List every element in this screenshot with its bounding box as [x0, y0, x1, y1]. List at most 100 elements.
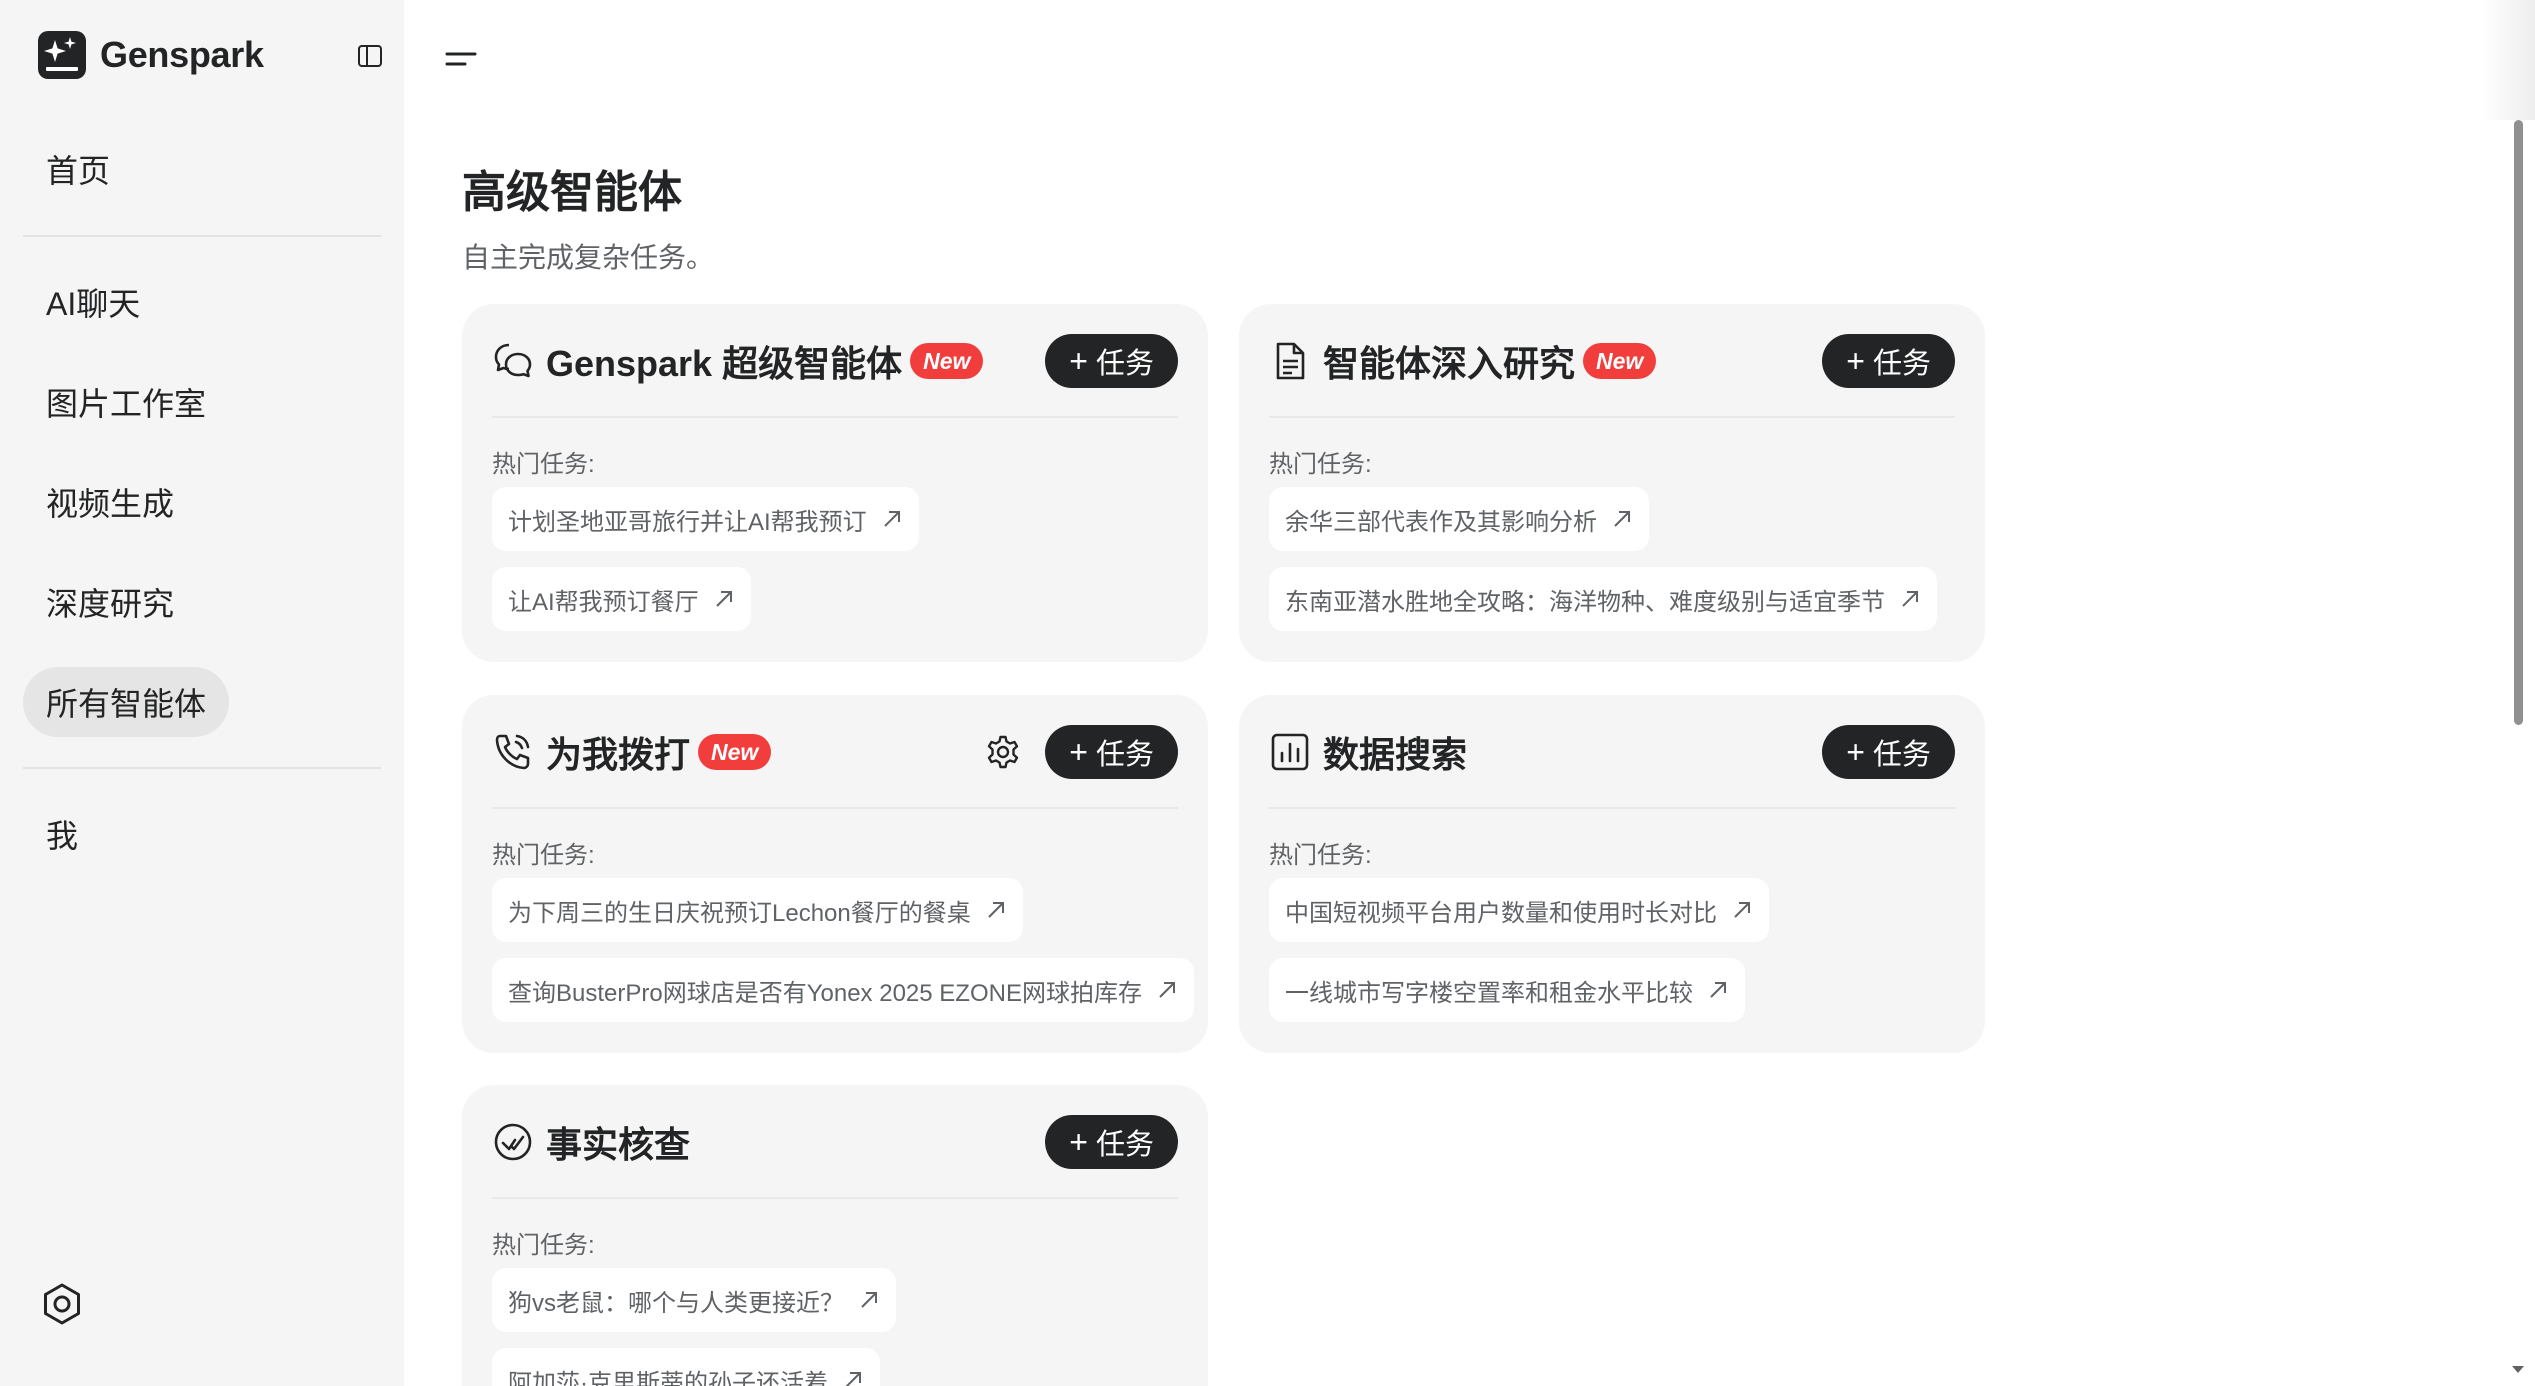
bar-chart-icon — [1271, 733, 1309, 771]
card-title: 为我拨打 — [546, 734, 691, 775]
hot-tasks-label: 热门任务: — [1269, 451, 1372, 478]
agent-card-call-for-me: 为我拨打 New + 任务 热门任务: 为下周三的生日庆祝预订Lechon餐厅的餐… — [462, 695, 1208, 1053]
agent-card-deep-research: 智能体深入研究 New + 任务 热门任务: 余华三部代表作及其影响分析 东南亚潜… — [1239, 304, 1985, 662]
sidebar-item-video[interactable]: 视频生成 — [23, 467, 197, 537]
add-task-label: 任务 — [1872, 739, 1931, 771]
card-title: 智能体深入研究 — [1323, 343, 1576, 384]
sidebar-divider — [23, 767, 381, 769]
card-divider — [1269, 807, 1955, 809]
hot-task-chip[interactable]: 余华三部代表作及其影响分析 — [1269, 487, 1649, 551]
scroll-down-icon[interactable] — [2509, 1360, 2527, 1378]
menu-icon[interactable] — [445, 46, 477, 72]
sidebar-item-all-agents[interactable]: 所有智能体 — [23, 667, 230, 737]
hot-task-text: 计划圣地亚哥旅行并让AI帮我预订 — [508, 508, 867, 536]
card-divider — [492, 416, 1178, 418]
card-title: 事实核查 — [546, 1124, 691, 1165]
plus-icon: + — [1069, 734, 1088, 770]
page-title: 高级智能体 — [462, 168, 682, 217]
plus-icon: + — [1846, 734, 1865, 770]
hot-task-text: 东南亚潜水胜地全攻略：海洋物种、难度级别与适宜季节 — [1285, 588, 1885, 616]
arrow-up-right-icon — [1159, 982, 1175, 998]
sidebar-item-image-studio[interactable]: 图片工作室 — [23, 367, 229, 437]
sidebar-item-label: 所有智能体 — [46, 686, 207, 722]
gear-icon[interactable] — [985, 734, 1021, 770]
phone-call-icon — [495, 734, 530, 770]
card-divider — [1269, 416, 1955, 418]
agent-card-data-search: 数据搜索 + 任务 热门任务: 中国短视频平台用户数量和使用时长对比 一线城市写字… — [1239, 695, 1985, 1053]
hot-tasks-label: 热门任务: — [492, 842, 595, 869]
sidebar-divider — [23, 235, 381, 237]
arrow-up-right-icon — [1614, 511, 1630, 527]
sidebar-toggle-icon[interactable] — [357, 43, 383, 69]
agent-card-super-agent: Genspark 超级智能体 New + 任务 热门任务: 计划圣地亚哥旅行并让A… — [462, 304, 1208, 662]
hot-task-chip[interactable]: 东南亚潜水胜地全攻略：海洋物种、难度级别与适宜季节 — [1269, 567, 1937, 631]
hot-task-text: 狗vs老鼠：哪个与人类更接近？ — [508, 1289, 844, 1317]
hot-task-text: 余华三部代表作及其影响分析 — [1285, 508, 1597, 536]
hot-task-chip[interactable]: 一线城市写字楼空置率和租金水平比较 — [1269, 958, 1745, 1022]
card-divider — [492, 807, 1178, 809]
new-badge: New — [698, 734, 772, 770]
arrow-up-right-icon — [1902, 591, 1918, 607]
hot-task-chip[interactable]: 为下周三的生日庆祝预订Lechon餐厅的餐桌 — [492, 878, 1023, 942]
new-badge: New — [1583, 343, 1657, 379]
arrow-up-right-icon — [1710, 982, 1726, 998]
hot-task-text: 阿加莎·克里斯蒂的孙子还活着 — [508, 1369, 828, 1386]
add-task-button[interactable]: + 任务 — [1045, 1115, 1178, 1169]
hot-task-chip[interactable]: 狗vs老鼠：哪个与人类更接近？ — [492, 1268, 896, 1332]
card-title: 数据搜索 — [1323, 734, 1468, 775]
sidebar-item-label: 首页 — [46, 153, 111, 189]
sidebar-item-me[interactable]: 我 — [23, 799, 101, 869]
sidebar-item-label: 深度研究 — [46, 586, 175, 622]
new-badge: New — [910, 343, 984, 379]
card-title: Genspark 超级智能体 — [546, 343, 903, 384]
add-task-button[interactable]: + 任务 — [1045, 725, 1178, 779]
brand[interactable]: Genspark — [38, 31, 264, 79]
hot-task-chip[interactable]: 阿加莎·克里斯蒂的孙子还活着 — [492, 1348, 880, 1386]
card-divider — [492, 1197, 1178, 1199]
add-task-label: 任务 — [1095, 1129, 1154, 1161]
genspark-logo-icon — [38, 31, 86, 79]
add-task-label: 任务 — [1872, 348, 1931, 380]
hot-tasks-label: 热门任务: — [1269, 842, 1372, 869]
sidebar-item-label: 图片工作室 — [46, 386, 207, 422]
hot-task-text: 让AI帮我预订餐厅 — [508, 588, 699, 616]
hot-task-chip[interactable]: 中国短视频平台用户数量和使用时长对比 — [1269, 878, 1769, 942]
page-subtitle: 自主完成复杂任务。 — [462, 242, 715, 273]
hot-task-text: 为下周三的生日庆祝预订Lechon餐厅的餐桌 — [508, 899, 971, 927]
add-task-button[interactable]: + 任务 — [1822, 334, 1955, 388]
hot-task-chip[interactable]: 计划圣地亚哥旅行并让AI帮我预订 — [492, 487, 919, 551]
arrow-up-right-icon — [715, 591, 732, 607]
hot-task-text: 中国短视频平台用户数量和使用时长对比 — [1285, 899, 1717, 927]
arrow-up-right-icon — [845, 1372, 861, 1386]
plus-icon: + — [1846, 343, 1865, 379]
document-icon — [1276, 342, 1305, 380]
add-task-button[interactable]: + 任务 — [1045, 334, 1178, 388]
add-task-button[interactable]: + 任务 — [1822, 725, 1955, 779]
arrow-up-right-icon — [1734, 902, 1750, 918]
chat-bubbles-icon — [494, 343, 532, 378]
arrow-up-right-icon — [883, 511, 900, 527]
hot-task-text: 一线城市写字楼空置率和租金水平比较 — [1285, 979, 1693, 1007]
agent-card-fact-check: 事实核查 + 任务 热门任务: 狗vs老鼠：哪个与人类更接近？ 阿加莎·克里斯蒂的… — [462, 1085, 1208, 1386]
hot-task-text: 查询BusterPro网球店是否有Yonex 2025 EZONE网球拍库存 — [508, 979, 1142, 1007]
sidebar-item-label: AI聊天 — [46, 286, 141, 322]
arrow-up-right-icon — [988, 902, 1004, 918]
sidebar-item-deep-research[interactable]: 深度研究 — [23, 567, 197, 637]
hot-task-chip[interactable]: 让AI帮我预订餐厅 — [492, 567, 751, 631]
add-task-label: 任务 — [1095, 348, 1154, 380]
corner-shade — [2480, 0, 2535, 120]
scrollbar-thumb[interactable] — [2514, 120, 2523, 725]
arrow-up-right-icon — [861, 1292, 877, 1308]
hot-tasks-label: 热门任务: — [492, 1232, 595, 1259]
sidebar-item-ai-chat[interactable]: AI聊天 — [23, 267, 163, 337]
sidebar-item-home[interactable]: 首页 — [23, 134, 133, 204]
add-task-label: 任务 — [1095, 739, 1154, 771]
settings-icon[interactable] — [38, 1280, 86, 1328]
sidebar-item-label: 视频生成 — [46, 486, 175, 522]
sidebar: Genspark 首页 AI聊天 图片工作室 视频生成 深度研究 所有智能体 我 — [0, 0, 404, 1386]
brand-name: Genspark — [100, 34, 264, 75]
plus-icon: + — [1069, 1124, 1088, 1160]
hot-tasks-label: 热门任务: — [492, 451, 595, 478]
sidebar-item-label: 我 — [46, 818, 79, 854]
hot-task-chip[interactable]: 查询BusterPro网球店是否有Yonex 2025 EZONE网球拍库存 — [492, 958, 1194, 1022]
